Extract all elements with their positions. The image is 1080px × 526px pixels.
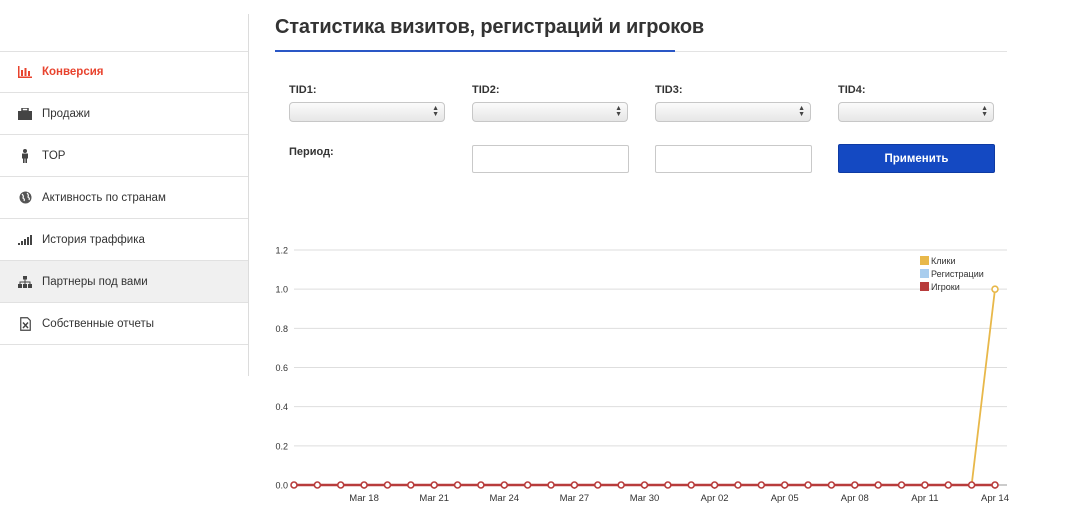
line-chart: 0.0 0.2 0.4 0.6 0.8 1.0 1.2 Mar 18 Mar 21 Mar 24 M…	[275, 246, 1009, 505]
sidebar-item-label: Конверсия	[42, 66, 104, 78]
data-point	[360, 481, 368, 489]
title-accent-line	[275, 50, 675, 52]
data-point	[991, 285, 999, 293]
legend-label: Клики	[931, 256, 956, 266]
data-point	[640, 481, 649, 489]
data-point	[593, 481, 602, 489]
sidebar-item-own-reports[interactable]: Собственные отчеты	[0, 303, 248, 345]
tid3-select[interactable]: ▲ ▼	[655, 102, 811, 122]
x-tick-label: Mar 27	[560, 493, 590, 504]
sidebar-divider	[248, 14, 249, 376]
x-tick-label: Apr 02	[701, 493, 729, 504]
select-arrows-icon: ▲ ▼	[432, 105, 439, 118]
y-tick-label: 1.0	[275, 285, 288, 295]
globe-icon	[18, 191, 32, 205]
data-point	[757, 481, 766, 489]
tid4-select[interactable]: ▲ ▼	[838, 102, 994, 122]
select-arrows-icon: ▲ ▼	[798, 105, 805, 118]
sidebar-item-label: TOP	[42, 149, 66, 162]
data-point	[967, 481, 976, 489]
tid2-select[interactable]: ▲ ▼	[472, 102, 628, 122]
sitemap-icon	[18, 275, 32, 289]
person-icon	[18, 148, 32, 163]
tid2-label: TID2:	[472, 84, 500, 96]
sidebar-item-conversion[interactable]: Конверсия	[0, 51, 248, 93]
y-tick-label: 0.2	[275, 441, 288, 451]
y-tick-label: 0.6	[275, 363, 288, 373]
period-label: Период:	[289, 146, 334, 158]
x-tick-label: Mar 24	[490, 493, 520, 504]
sidebar-item-label: Собственные отчеты	[42, 317, 155, 330]
data-point	[547, 481, 555, 489]
data-point	[874, 481, 882, 489]
data-point	[710, 481, 719, 489]
legend-swatch	[920, 256, 929, 265]
data-point	[477, 481, 485, 489]
data-point	[453, 481, 462, 489]
data-point	[850, 481, 859, 489]
data-point	[570, 481, 579, 489]
data-point	[780, 481, 789, 489]
data-point	[734, 481, 742, 489]
tid1-select[interactable]: ▲ ▼	[289, 102, 445, 122]
sidebar-item-sales[interactable]: Продажи	[0, 93, 248, 135]
data-point	[804, 481, 812, 489]
excel-file-icon	[18, 316, 32, 331]
period-end-input[interactable]	[655, 145, 812, 173]
bar-chart-icon	[18, 65, 32, 79]
period-start-input[interactable]	[472, 145, 629, 173]
sidebar-item-label: История траффика	[42, 233, 145, 246]
y-tick-label: 0.8	[275, 324, 288, 334]
data-point	[523, 481, 532, 489]
sidebar-item-top[interactable]: TOP	[0, 135, 248, 177]
apply-button[interactable]: Применить	[838, 144, 995, 173]
y-tick-label: 0.4	[275, 402, 288, 412]
data-point	[827, 481, 836, 489]
tid3-label: TID3:	[655, 84, 683, 96]
data-point	[944, 481, 953, 489]
data-point	[500, 481, 509, 489]
y-tick-label: 0.0	[275, 481, 288, 491]
data-point	[430, 481, 438, 489]
data-point	[617, 481, 625, 489]
data-point	[383, 481, 392, 489]
x-tick-label: Apr 11	[911, 493, 938, 504]
x-tick-label: Mar 21	[419, 493, 449, 504]
data-point	[407, 481, 415, 489]
select-arrows-icon: ▲ ▼	[615, 105, 622, 118]
x-tick-label: Mar 18	[349, 493, 379, 504]
data-point	[313, 481, 322, 489]
page-title: Статистика визитов, регистраций и игроко…	[275, 16, 704, 38]
series-line	[294, 289, 996, 486]
sidebar-item-label: Активность по странам	[42, 191, 166, 204]
data-point	[687, 481, 696, 489]
x-tick-label: Apr 08	[841, 493, 869, 504]
legend-label: Регистрации	[931, 269, 984, 279]
data-point	[336, 481, 345, 489]
data-point	[290, 481, 298, 489]
legend-swatch	[920, 269, 929, 278]
data-point	[921, 481, 929, 489]
sidebar-item-country-activity[interactable]: Активность по странам	[0, 177, 248, 219]
sidebar-item-traffic-history[interactable]: История траффика	[0, 219, 248, 261]
data-point	[664, 481, 672, 489]
sidebar-item-label: Партнеры под вами	[42, 275, 148, 288]
data-point	[897, 481, 906, 489]
signal-icon	[18, 233, 32, 247]
x-tick-label: Apr 14	[981, 493, 1009, 504]
tid1-label: TID1:	[289, 84, 317, 96]
sidebar-item-partners[interactable]: Партнеры под вами	[0, 261, 248, 303]
legend-label: Игроки	[931, 282, 960, 292]
y-tick-label: 1.2	[275, 246, 288, 256]
select-arrows-icon: ▲ ▼	[981, 105, 988, 118]
x-tick-label: Apr 05	[771, 493, 799, 504]
briefcase-icon	[18, 107, 32, 121]
data-point	[991, 481, 999, 489]
legend-swatch	[920, 282, 929, 291]
sidebar: Конверсия Продажи TOP Активность по стра…	[0, 0, 248, 526]
sidebar-item-label: Продажи	[42, 107, 91, 120]
tid4-label: TID4:	[838, 84, 866, 96]
x-tick-label: Mar 30	[630, 493, 660, 504]
